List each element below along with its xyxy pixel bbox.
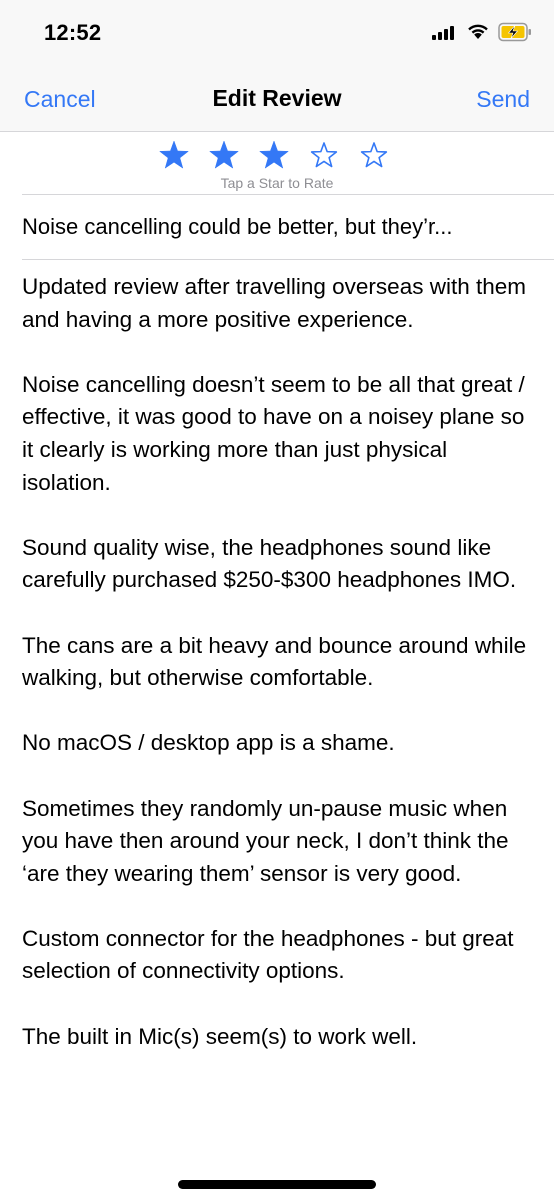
review-paragraph: The built in Mic(s) seem(s) to work well…	[22, 1023, 418, 1049]
cancel-button[interactable]: Cancel	[24, 86, 96, 113]
wifi-icon	[468, 24, 488, 39]
star-filled-icon[interactable]	[254, 136, 294, 176]
star-filled-icon[interactable]	[204, 136, 244, 176]
home-indicator	[178, 1180, 376, 1189]
battery-charging-icon	[498, 22, 531, 42]
review-paragraph: Custom connector for the headphones - bu…	[22, 925, 514, 984]
status-bar: 12:52	[0, 0, 554, 66]
review-paragraph: The cans are a bit heavy and bounce arou…	[22, 632, 527, 691]
edit-review-screen: 12:52 Cancel Edit Review Send Tap a Star…	[0, 0, 554, 1200]
review-body-field[interactable]: Updated review after travelling overseas…	[22, 271, 537, 1086]
divider	[22, 259, 554, 260]
rating-hint: Tap a Star to Rate	[220, 175, 334, 191]
review-paragraph: Updated review after travelling overseas…	[22, 274, 526, 332]
review-paragraph: Noise cancelling doesn’t seem to be all …	[22, 371, 525, 495]
star-rating: Tap a Star to Rate	[0, 133, 554, 195]
send-button[interactable]: Send	[476, 86, 530, 113]
cellular-signal-icon	[432, 26, 456, 40]
review-paragraph: Sound quality wise, the headphones sound…	[22, 534, 517, 593]
status-time: 12:52	[44, 20, 102, 45]
review-title-field[interactable]: Noise cancelling could be better, but th…	[22, 212, 537, 242]
divider	[22, 194, 554, 195]
star-rating-control	[154, 136, 394, 176]
star-empty-icon[interactable]	[354, 136, 394, 176]
navigation-bar: Cancel Edit Review Send	[0, 66, 554, 132]
star-empty-icon[interactable]	[304, 136, 344, 176]
star-filled-icon[interactable]	[154, 136, 194, 176]
review-paragraph: No macOS / desktop app is a shame.	[22, 730, 395, 756]
review-paragraph: Sometimes they randomly un-pause music w…	[22, 795, 509, 886]
